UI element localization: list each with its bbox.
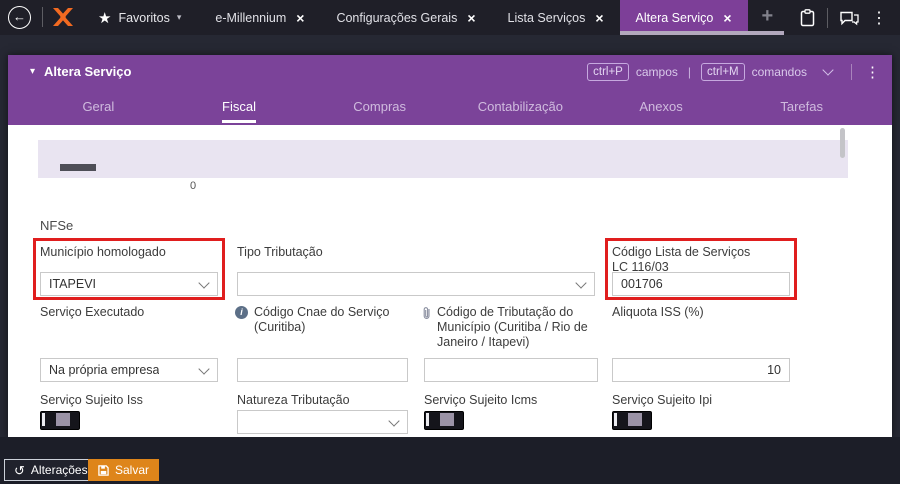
tab-anexos[interactable]: Anexos <box>591 88 732 125</box>
cnae-label-group: i Código Cnae do Serviço (Curitiba) <box>235 305 400 335</box>
chart-plot-area <box>38 140 848 178</box>
footer-bar: ↺ Alterações Salvar <box>0 437 900 484</box>
tab-altera-servico[interactable]: Altera Serviço × <box>619 0 784 35</box>
cnae-label: Código Cnae do Serviço (Curitiba) <box>254 305 390 334</box>
municipio-select[interactable]: ITAPEVI <box>40 272 218 296</box>
sujeito-iss-toggle[interactable] <box>40 411 80 430</box>
chat-icon[interactable] <box>840 10 859 26</box>
sujeito-ipi-toggle[interactable] <box>612 411 652 430</box>
sujeito-iss-label: Serviço Sujeito Iss <box>40 393 143 407</box>
undo-icon: ↺ <box>14 462 25 478</box>
favorites-menu[interactable]: ★ Favoritos ▾ <box>90 0 189 35</box>
tab-contabilizacao[interactable]: Contabilização <box>450 88 591 125</box>
trib-municipio-label: Código de Tributação do Município (Curit… <box>437 305 588 349</box>
chevron-down-icon <box>198 362 210 375</box>
servico-executado-value: Na própria empresa <box>49 363 160 377</box>
form-tab-strip: Geral Fiscal Compras Contabilização Anex… <box>8 88 892 125</box>
natureza-select[interactable] <box>237 410 408 434</box>
shortcut-comandos-label: comandos <box>751 64 807 79</box>
trib-municipio-input[interactable] <box>424 358 598 382</box>
cnae-input[interactable] <box>237 358 408 382</box>
servico-executado-label: Serviço Executado <box>40 305 145 319</box>
alteracoes-button[interactable]: ↺ Alterações <box>4 459 98 481</box>
codigo-lista-label: Código Lista de Serviços LC 116/03 <box>612 245 797 275</box>
kebab-menu-icon[interactable]: ⋮ <box>871 8 888 28</box>
alteracoes-label: Alterações <box>30 463 88 477</box>
window-header: ▾ Altera Serviço ctrl+P campos | ctrl+M … <box>8 55 892 88</box>
tab-label: Altera Serviço <box>635 10 714 25</box>
window-title: Altera Serviço <box>44 64 132 79</box>
divider <box>42 7 43 27</box>
servico-executado-select[interactable]: Na própria empresa <box>40 358 218 382</box>
divider <box>827 7 828 28</box>
chevron-down-icon <box>198 276 210 289</box>
close-icon[interactable]: × <box>467 11 475 25</box>
favorites-label: Favoritos <box>118 10 170 25</box>
save-icon <box>98 464 109 476</box>
shortcut-campos-label: campos <box>635 64 678 79</box>
shortcut-campos-key: ctrl+P <box>587 62 629 81</box>
paperclip-icon <box>422 306 431 350</box>
codigo-lista-label-line1: Código Lista de Serviços <box>612 245 751 259</box>
close-icon[interactable]: × <box>723 11 731 25</box>
tab-tarefas[interactable]: Tarefas <box>731 88 872 125</box>
window-menu-icon[interactable]: ⋮ <box>865 63 880 81</box>
sujeito-icms-toggle[interactable] <box>424 411 464 430</box>
chevron-down-icon[interactable] <box>822 63 834 76</box>
close-icon[interactable]: × <box>296 11 304 25</box>
tipo-tributacao-select[interactable] <box>237 272 595 296</box>
aliquota-label: Aliquota ISS (%) <box>612 305 704 319</box>
shortcut-comandos-key: ctrl+M <box>701 62 745 81</box>
tab-lista-servicos[interactable]: Lista Serviços × <box>492 0 620 35</box>
section-title-nfse: NFSe <box>40 218 74 233</box>
millennium-logo-icon <box>52 7 74 35</box>
tab-label: Lista Serviços <box>507 10 586 25</box>
chart-remnant: 0 <box>8 125 892 192</box>
divider <box>851 63 852 80</box>
browser-topbar: ← ★ Favoritos ▾ e-Millennium × Configura… <box>0 0 900 35</box>
tab-label: Configurações Gerais <box>336 10 458 25</box>
tab-e-millennium[interactable]: e-Millennium × <box>199 0 320 35</box>
tipo-tributacao-label: Tipo Tributação <box>237 245 323 259</box>
tab-fiscal[interactable]: Fiscal <box>169 88 310 125</box>
sujeito-icms-label: Serviço Sujeito Icms <box>424 393 538 407</box>
sujeito-ipi-label: Serviço Sujeito Ipi <box>612 393 713 407</box>
tab-label: e-Millennium <box>215 10 287 25</box>
tab-configuracoes-gerais[interactable]: Configurações Gerais × <box>320 0 491 35</box>
chevron-down-icon <box>388 414 400 427</box>
star-icon: ★ <box>98 9 112 27</box>
info-icon[interactable]: i <box>235 306 248 319</box>
chart-axis-tick: 0 <box>190 180 197 192</box>
chart-bar <box>60 164 96 171</box>
aliquota-input[interactable] <box>612 358 790 382</box>
salvar-label: Salvar <box>115 463 150 477</box>
altera-servico-window: ▾ Altera Serviço ctrl+P campos | ctrl+M … <box>8 55 892 437</box>
codigo-lista-input[interactable] <box>612 272 790 296</box>
tab-compras[interactable]: Compras <box>309 88 450 125</box>
natureza-label: Natureza Tributação <box>237 393 350 407</box>
chevron-down-icon: ▾ <box>176 12 182 22</box>
collapse-caret-icon[interactable]: ▾ <box>30 66 35 77</box>
municipio-value: ITAPEVI <box>49 277 97 291</box>
chevron-down-icon <box>575 276 587 289</box>
trib-municipio-label-group: Código de Tributação do Município (Curit… <box>422 305 607 350</box>
clipboard-icon[interactable] <box>800 8 815 27</box>
salvar-button[interactable]: Salvar <box>88 459 160 481</box>
scrollbar-thumb[interactable] <box>840 128 845 158</box>
shortcut-separator: | <box>687 64 691 79</box>
app-window: ← ★ Favoritos ▾ e-Millennium × Configura… <box>0 0 900 484</box>
close-icon[interactable]: × <box>595 11 603 25</box>
tab-geral[interactable]: Geral <box>28 88 169 125</box>
back-button[interactable]: ← <box>8 6 31 29</box>
municipio-label: Município homologado <box>40 245 166 259</box>
top-tab-strip: e-Millennium × Configurações Gerais × Li… <box>199 0 784 35</box>
